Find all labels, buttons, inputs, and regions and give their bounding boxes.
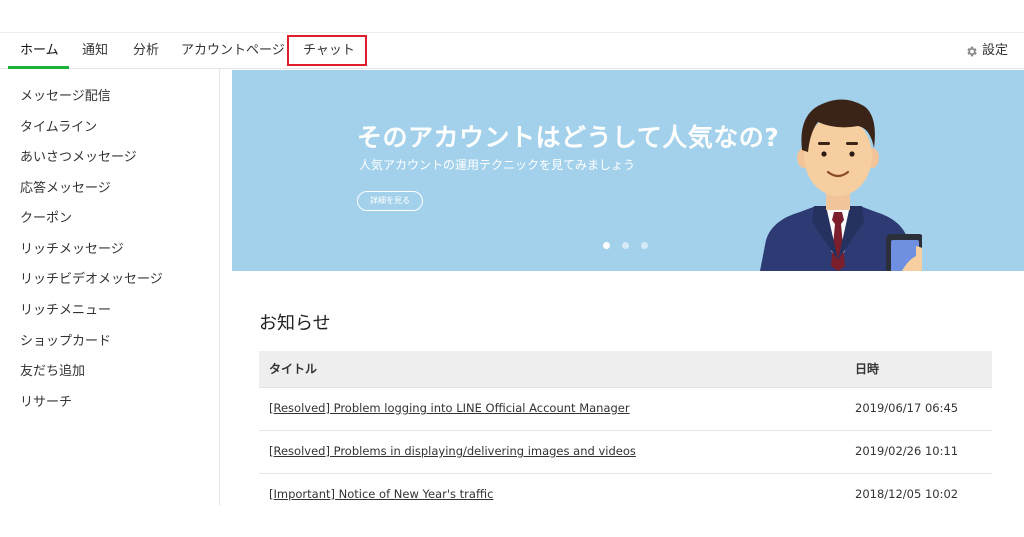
news-title-link[interactable]: [Resolved] Problem logging into LINE Off…: [269, 388, 630, 429]
news-date: 2018/12/05 10:02: [855, 487, 959, 501]
news-date: 2019/06/17 06:45: [855, 401, 959, 415]
news-date: 2019/02/26 10:11: [855, 444, 959, 458]
news-title-link[interactable]: [Important] Notice of New Year's traffic: [269, 474, 493, 515]
banner-title: そのアカウントはどうして人気なの?: [357, 123, 780, 152]
sidebar-item-auto-response[interactable]: 応答メッセージ: [20, 178, 111, 200]
news-heading: お知らせ: [259, 313, 331, 334]
settings-label: 設定: [981, 43, 1008, 58]
gear-icon: [965, 45, 978, 58]
promo-banner[interactable]: そのアカウントはどうして人気なの? 人気アカウントの運用テクニックを見てみましょ…: [232, 70, 1024, 271]
tab-account-page[interactable]: アカウントページ: [181, 33, 285, 69]
tab-analytics[interactable]: 分析: [133, 33, 159, 69]
businessman-illustration: [760, 99, 922, 271]
news-table-header: タイトル 日時: [259, 351, 992, 388]
table-row: [Resolved] Problems in displaying/delive…: [259, 431, 992, 474]
carousel-dot-2[interactable]: [622, 242, 629, 249]
tab-notifications[interactable]: 通知: [82, 33, 108, 69]
sidebar-item-timeline[interactable]: タイムライン: [20, 117, 97, 139]
sidebar-item-message-delivery[interactable]: メッセージ配信: [20, 86, 111, 108]
banner-subtitle: 人気アカウントの運用テクニックを見てみましょう: [359, 158, 636, 172]
sidebar-item-shop-card[interactable]: ショップカード: [20, 331, 111, 353]
sidebar-item-rich-video-message[interactable]: リッチビデオメッセージ: [20, 269, 163, 291]
column-header-date: 日時: [855, 362, 880, 376]
sidebar-item-research[interactable]: リサーチ: [20, 392, 72, 414]
banner-details-button[interactable]: 詳細を見る: [357, 191, 423, 211]
carousel-dot-3[interactable]: [641, 242, 648, 249]
sidebar-item-coupon[interactable]: クーポン: [20, 208, 72, 230]
sidebar-item-rich-message[interactable]: リッチメッセージ: [20, 239, 124, 261]
table-row: [Important] Notice of New Year's traffic…: [259, 474, 992, 517]
top-navigation: ホーム 通知 分析 アカウントページ チャット 設定: [0, 32, 1024, 69]
sidebar-item-greeting-message[interactable]: あいさつメッセージ: [20, 147, 137, 169]
sidebar-item-add-friends[interactable]: 友だち追加: [20, 361, 85, 383]
tab-chat[interactable]: チャット: [303, 33, 355, 69]
table-row: [Resolved] Problem logging into LINE Off…: [259, 388, 992, 431]
settings-button[interactable]: 設定: [965, 33, 1008, 69]
tab-home[interactable]: ホーム: [20, 33, 59, 69]
sidebar-item-rich-menu[interactable]: リッチメニュー: [20, 300, 111, 322]
news-title-link[interactable]: [Resolved] Problems in displaying/delive…: [269, 431, 636, 472]
sidebar: メッセージ配信 タイムライン あいさつメッセージ 応答メッセージ クーポン リッ…: [0, 69, 220, 506]
column-header-title: タイトル: [269, 362, 318, 376]
carousel-dot-1[interactable]: [603, 242, 610, 249]
